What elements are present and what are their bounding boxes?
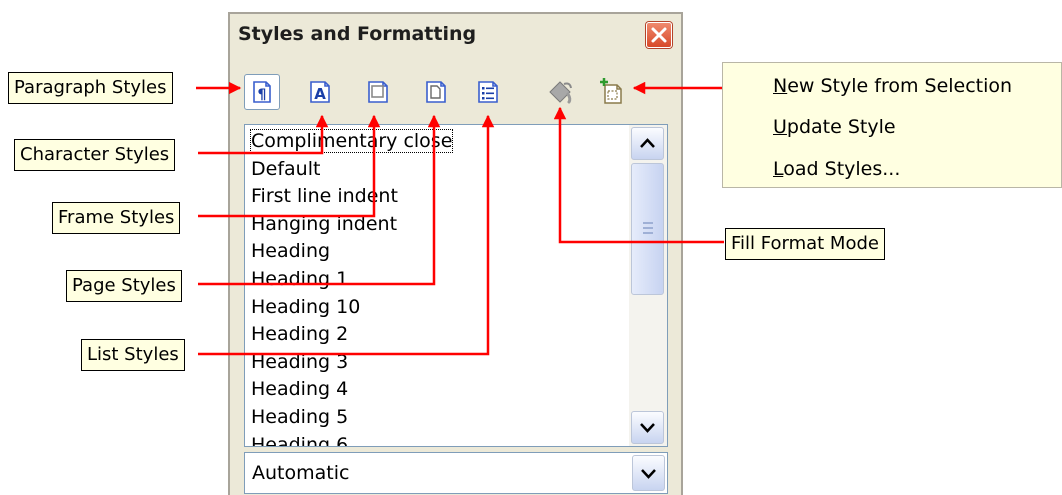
close-button[interactable] (646, 22, 672, 48)
list-item[interactable]: Hanging indent (251, 211, 621, 239)
fill-format-mode-button[interactable] (542, 74, 578, 110)
menu-item-update-style[interactable]: Update Style (773, 116, 896, 138)
scroll-up-button[interactable] (631, 127, 664, 160)
menu-item-new-style-from-selection[interactable]: New Style from Selection (773, 75, 1012, 97)
scrollbar-thumb[interactable] (631, 163, 664, 295)
callout-fill-format-mode: Fill Format Mode (725, 228, 885, 260)
filter-dropdown-button[interactable] (632, 455, 665, 491)
title-bar: Styles and Formatting (232, 16, 679, 52)
character-styles-button[interactable]: A (302, 74, 338, 110)
callout-list-styles: List Styles (81, 339, 185, 371)
list-item[interactable]: First line indent (251, 183, 621, 211)
style-list-items: Complimentary close Default First line i… (249, 128, 621, 446)
new-style-from-selection-button[interactable] (594, 74, 630, 110)
page-styles-button[interactable] (418, 74, 454, 110)
new-style-icon (600, 78, 622, 104)
chevron-down-icon (640, 423, 655, 433)
paragraph-styles-button[interactable]: ¶ (244, 74, 280, 110)
page-styles-icon (426, 81, 446, 103)
list-item[interactable]: Heading 1 (251, 266, 621, 294)
new-style-menu: New Style from Selection Update Style Lo… (722, 62, 1062, 188)
list-item[interactable]: Default (251, 156, 621, 184)
list-styles-button[interactable] (470, 74, 506, 110)
frame-styles-icon (368, 81, 388, 103)
callout-character-styles: Character Styles (14, 139, 176, 171)
style-filter-value: Automatic (252, 462, 350, 484)
close-icon (651, 27, 667, 43)
chevron-down-icon (641, 469, 656, 479)
list-item[interactable]: Heading 10 (251, 294, 621, 322)
styles-and-formatting-panel: Styles and Formatting ¶ A Complimentary … (228, 12, 683, 495)
paragraph-styles-icon: ¶ (253, 81, 271, 103)
list-item[interactable]: Heading 2 (251, 321, 621, 349)
list-item[interactable]: Heading 3 (251, 349, 621, 377)
list-item[interactable]: Heading (251, 238, 621, 266)
list-styles-icon (478, 81, 498, 103)
paint-bucket-icon (549, 81, 572, 104)
style-filter-select[interactable]: Automatic (244, 452, 668, 494)
style-list[interactable]: Complimentary close Default First line i… (244, 124, 668, 447)
scroll-down-button[interactable] (631, 411, 664, 444)
vertical-scrollbar[interactable] (629, 125, 667, 446)
chevron-up-icon (640, 138, 655, 148)
menu-item-load-styles[interactable]: Load Styles... (773, 158, 900, 180)
callout-frame-styles: Frame Styles (52, 202, 181, 234)
list-item[interactable]: Heading 6 (251, 432, 621, 446)
callout-paragraph-styles: Paragraph Styles (8, 72, 173, 104)
svg-text:¶: ¶ (258, 87, 267, 103)
grip-icon (643, 222, 653, 234)
frame-styles-button[interactable] (360, 74, 396, 110)
character-styles-icon: A (310, 81, 330, 103)
panel-title: Styles and Formatting (238, 23, 477, 45)
list-item[interactable]: Complimentary close (249, 128, 621, 156)
list-item[interactable]: Heading 5 (251, 404, 621, 432)
callout-page-styles: Page Styles (66, 270, 182, 302)
svg-text:A: A (314, 85, 326, 103)
list-item[interactable]: Heading 4 (251, 376, 621, 404)
